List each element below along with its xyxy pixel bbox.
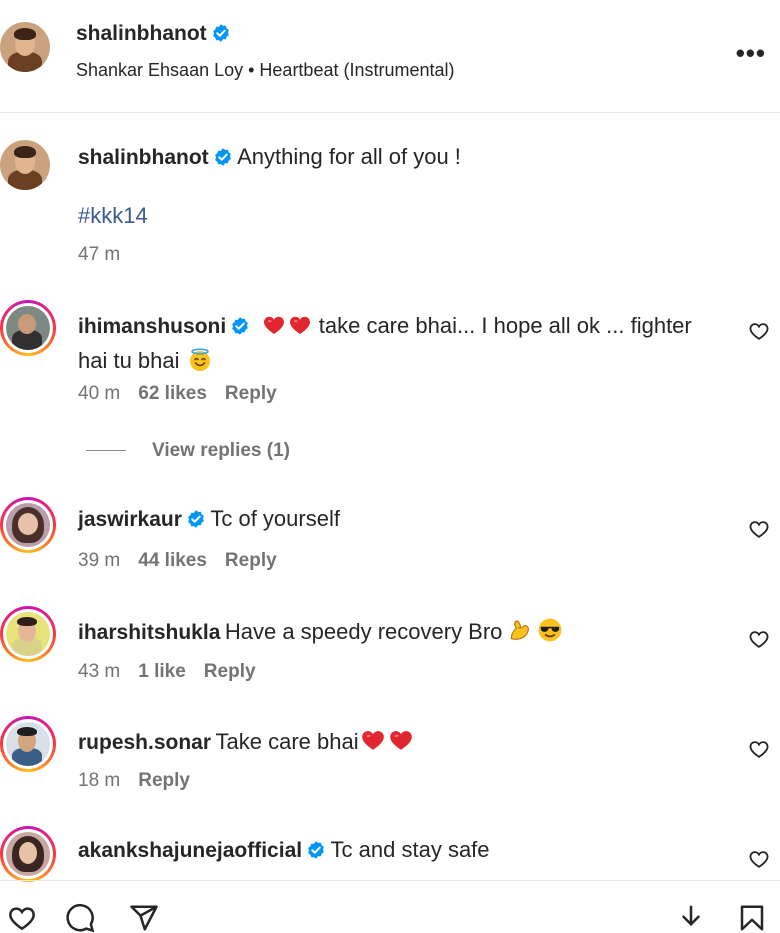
- red-heart-icon: [359, 727, 387, 753]
- post-header: shalinbhanot Shankar Ehsaan Loy • Heartb…: [0, 0, 780, 113]
- save-icon[interactable]: [736, 903, 768, 933]
- sunglasses-face-icon: [538, 618, 562, 642]
- red-heart-icon: [261, 313, 287, 337]
- flexed-biceps-icon: [510, 620, 529, 640]
- post-action-bar: [0, 880, 780, 933]
- comment-text: hai tu bhai: [78, 348, 180, 373]
- like-comment-icon[interactable]: [748, 518, 770, 540]
- reply-button[interactable]: Reply: [225, 550, 277, 571]
- verified-icon: [186, 509, 206, 529]
- comment-username[interactable]: ihimanshusoni: [78, 315, 226, 338]
- verified-icon: [213, 147, 233, 167]
- hashtag-link[interactable]: #kkk14: [78, 203, 148, 229]
- story-ring-avatar[interactable]: [0, 606, 56, 662]
- like-comment-icon[interactable]: [748, 628, 770, 650]
- view-replies-button[interactable]: View replies (1): [86, 440, 290, 462]
- author-username[interactable]: shalinbhanot: [76, 22, 207, 45]
- reply-button[interactable]: Reply: [204, 661, 256, 682]
- comment-username[interactable]: rupesh.sonar: [78, 731, 211, 754]
- comment-time: 18 m: [78, 770, 121, 791]
- download-icon[interactable]: [676, 903, 706, 933]
- verified-icon: [211, 23, 231, 43]
- comment-text: Tc and stay safe: [330, 837, 490, 862]
- comment-username[interactable]: jaswirkaur: [78, 508, 182, 531]
- comment-username[interactable]: akankshajunejaofficial: [78, 839, 302, 862]
- comment-likes[interactable]: 44 likes: [138, 550, 207, 571]
- avatar[interactable]: [0, 140, 50, 190]
- like-comment-icon[interactable]: [748, 738, 770, 760]
- reply-button[interactable]: Reply: [138, 770, 190, 791]
- comment-time: 43 m: [78, 661, 121, 682]
- comment-text: Have a speedy recovery Bro: [224, 619, 503, 644]
- story-ring-avatar[interactable]: [0, 497, 56, 553]
- more-options-icon[interactable]: •••: [736, 38, 766, 69]
- caption-username[interactable]: shalinbhanot: [78, 146, 209, 169]
- smiling-halo-icon: [189, 348, 210, 371]
- view-replies-label: View replies (1): [152, 440, 290, 461]
- story-ring-avatar[interactable]: [0, 300, 56, 356]
- verified-icon: [230, 316, 250, 336]
- like-comment-icon[interactable]: [748, 848, 770, 870]
- comment-likes[interactable]: 1 like: [138, 661, 186, 682]
- caption-text: Anything for all of you !: [237, 144, 461, 169]
- comment-text: Take care bhai: [215, 729, 359, 754]
- verified-icon: [306, 840, 326, 860]
- like-comment-icon[interactable]: [748, 320, 770, 342]
- audio-label[interactable]: Shankar Ehsaan Loy • Heartbeat (Instrume…: [76, 60, 455, 81]
- comment-icon[interactable]: [64, 903, 96, 933]
- like-icon[interactable]: [6, 903, 38, 933]
- comment-text: take care bhai... I hope all ok ... figh…: [312, 313, 692, 338]
- caption-time: 47 m: [78, 244, 121, 265]
- story-ring-avatar[interactable]: [0, 716, 56, 772]
- comment-text: Tc of yourself: [210, 506, 340, 531]
- reply-button[interactable]: Reply: [225, 383, 277, 404]
- share-icon[interactable]: [128, 903, 160, 933]
- avatar[interactable]: [0, 22, 50, 72]
- comment-username[interactable]: iharshitshukla: [78, 621, 220, 644]
- red-heart-icon: [287, 313, 313, 337]
- comment-time: 39 m: [78, 550, 121, 571]
- divider: [86, 450, 126, 452]
- red-heart-icon: [387, 727, 415, 753]
- story-ring-avatar[interactable]: [0, 826, 56, 882]
- comment-time: 40 m: [78, 383, 121, 404]
- comment-likes[interactable]: 62 likes: [138, 383, 207, 404]
